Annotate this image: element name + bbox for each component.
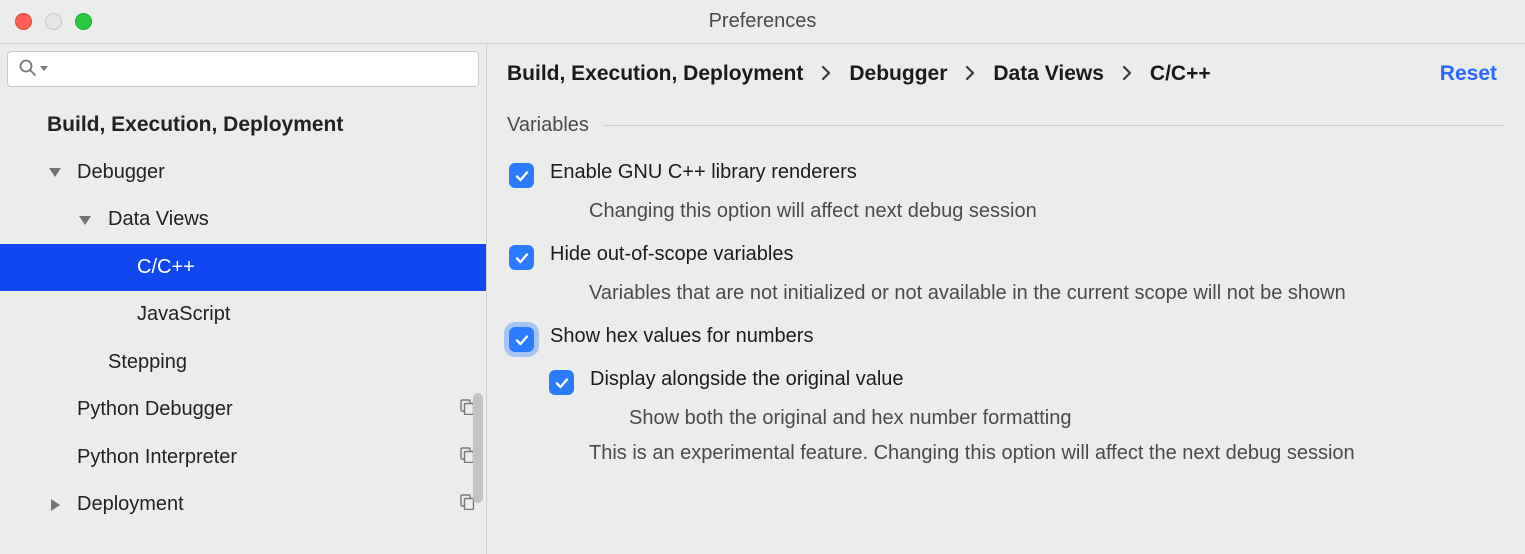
breadcrumb-item[interactable]: Build, Execution, Deployment (507, 62, 803, 86)
chevron-right-icon (1122, 65, 1132, 84)
chevron-down-icon[interactable] (48, 165, 62, 179)
search-box[interactable] (7, 51, 479, 87)
tree-item-python-interpreter[interactable]: Python Interpreter (0, 434, 486, 482)
breadcrumb-item: C/C++ (1150, 62, 1211, 86)
section-header: Variables (487, 92, 1525, 137)
checkbox-display-alongside[interactable] (549, 370, 574, 395)
tree-item-data-views[interactable]: Data Views (0, 196, 486, 244)
tree-item-c-cpp[interactable]: C/C++ (0, 244, 486, 292)
tree-item-build-execution-deployment[interactable]: Build, Execution, Deployment (0, 101, 486, 149)
chevron-down-icon (40, 65, 48, 74)
options: Enable GNU C++ library renderers Changin… (487, 137, 1525, 465)
search-icon (18, 58, 38, 81)
chevron-right-icon (821, 65, 831, 84)
main-panel: Build, Execution, Deployment Debugger Da… (487, 44, 1525, 554)
close-window-button[interactable] (15, 13, 32, 30)
checkbox-gnu-renderers[interactable] (509, 163, 534, 188)
preferences-tree: Build, Execution, Deployment Debugger Da… (0, 93, 486, 554)
zoom-window-button[interactable] (75, 13, 92, 30)
option-description: Changing this option will affect next de… (509, 190, 1505, 229)
option-label: Hide out-of-scope variables (550, 243, 793, 266)
reset-button[interactable]: Reset (1440, 62, 1505, 86)
window-controls (0, 13, 92, 30)
section-title: Variables (507, 114, 589, 137)
option-gnu-renderers: Enable GNU C++ library renderers (509, 147, 1505, 190)
sidebar: Build, Execution, Deployment Debugger Da… (0, 44, 487, 554)
option-label: Show hex values for numbers (550, 325, 813, 348)
chevron-down-icon[interactable] (78, 213, 92, 227)
option-description: Variables that are not initialized or no… (509, 272, 1505, 311)
chevron-right-icon (965, 65, 975, 84)
search-input[interactable] (48, 59, 468, 79)
option-hide-out-of-scope: Hide out-of-scope variables (509, 229, 1505, 272)
tree-item-deployment[interactable]: Deployment (0, 481, 486, 529)
breadcrumbs: Build, Execution, Deployment Debugger Da… (487, 44, 1525, 92)
scrollbar-thumb[interactable] (473, 393, 483, 503)
option-display-alongside: Display alongside the original value (509, 354, 1505, 397)
minimize-window-button[interactable] (45, 13, 62, 30)
window-title: Preferences (0, 10, 1525, 33)
search-row (0, 44, 486, 93)
option-show-hex: Show hex values for numbers (509, 311, 1505, 354)
option-label: Display alongside the original value (590, 368, 904, 391)
tree-item-javascript[interactable]: JavaScript (0, 291, 486, 339)
option-label: Enable GNU C++ library renderers (550, 161, 857, 184)
tree-item-stepping[interactable]: Stepping (0, 339, 486, 387)
titlebar: Preferences (0, 0, 1525, 44)
chevron-right-icon[interactable] (48, 498, 62, 512)
breadcrumb-item[interactable]: Debugger (849, 62, 947, 86)
divider (603, 125, 1505, 126)
checkbox-hide-out-of-scope[interactable] (509, 245, 534, 270)
checkbox-show-hex[interactable] (509, 327, 534, 352)
content: Build, Execution, Deployment Debugger Da… (0, 44, 1525, 554)
breadcrumb-item[interactable]: Data Views (993, 62, 1104, 86)
option-note: This is an experimental feature. Changin… (509, 436, 1505, 465)
tree-item-python-debugger[interactable]: Python Debugger (0, 386, 486, 434)
option-description: Show both the original and hex number fo… (509, 397, 1505, 436)
tree-item-debugger[interactable]: Debugger (0, 149, 486, 197)
